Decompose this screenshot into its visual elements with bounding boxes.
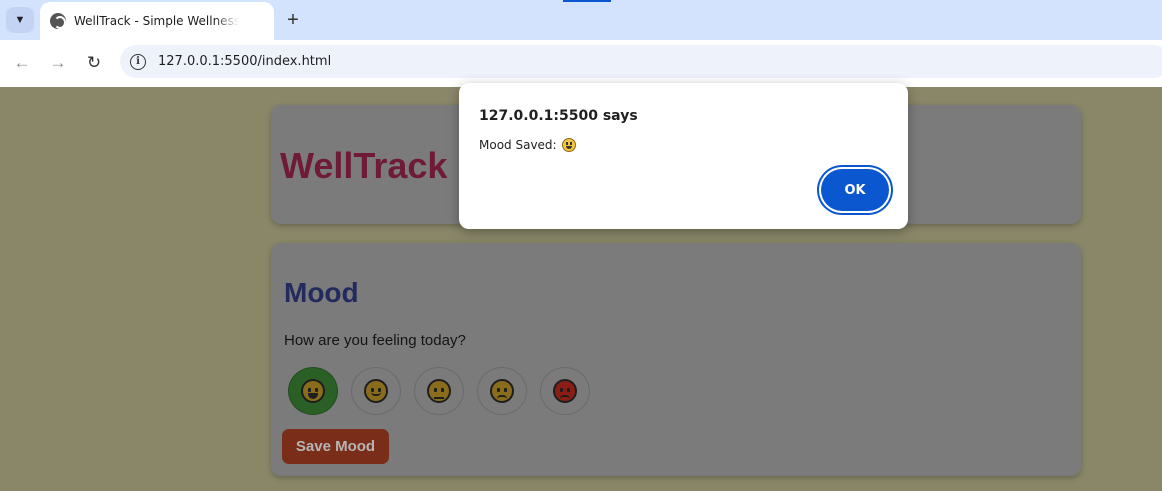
mood-card: Mood How are you feeling today? Save Moo…	[271, 243, 1081, 476]
grinning-face-icon	[301, 379, 325, 403]
url-text: 127.0.0.1:5500/index.html	[158, 54, 332, 69]
smiling-face-icon	[364, 379, 388, 403]
browser-toolbar: ← → ↻ i 127.0.0.1:5500/index.html	[0, 40, 1162, 87]
app-title: WellTrack	[280, 145, 448, 186]
mood-option-grinning[interactable]	[288, 367, 338, 415]
save-mood-button[interactable]: Save Mood	[282, 429, 389, 464]
tab-title: WellTrack - Simple Wellness & Habit Trac…	[74, 14, 239, 28]
grinning-face-icon	[561, 138, 576, 152]
info-icon[interactable]: i	[130, 53, 146, 70]
active-tab[interactable]: WellTrack - Simple Wellness & Habit Trac…	[40, 2, 274, 40]
reload-button[interactable]: ↻	[83, 52, 105, 74]
mood-option-neutral[interactable]	[414, 367, 464, 415]
address-bar[interactable]: i 127.0.0.1:5500/index.html	[120, 45, 1162, 78]
mood-question: How are you feeling today?	[284, 332, 466, 349]
alert-dialog: 127.0.0.1:5500 says Mood Saved: OK	[459, 83, 908, 229]
tab-bar-accent	[563, 0, 611, 2]
neutral-face-icon	[427, 379, 451, 403]
chevron-down-icon: ▼	[14, 14, 26, 26]
mood-option-smiling[interactable]	[351, 367, 401, 415]
mood-options	[288, 367, 590, 415]
reload-icon: ↻	[86, 53, 102, 72]
pensive-face-icon	[490, 379, 514, 403]
plus-icon: +	[287, 8, 299, 31]
back-button[interactable]: ←	[11, 52, 33, 74]
tab-search-button[interactable]: ▼	[6, 7, 34, 33]
mood-option-pensive[interactable]	[477, 367, 527, 415]
angry-face-icon	[553, 379, 577, 403]
new-tab-button[interactable]: +	[282, 8, 304, 32]
mood-heading: Mood	[284, 277, 359, 308]
globe-icon	[50, 13, 66, 29]
forward-button[interactable]: →	[47, 52, 69, 74]
tab-bar: ▼ WellTrack - Simple Wellness & Habit Tr…	[0, 0, 1162, 40]
mood-option-angry[interactable]	[540, 367, 590, 415]
arrow-left-icon: ←	[13, 53, 31, 72]
dialog-message: Mood Saved:	[479, 138, 576, 152]
ok-button[interactable]: OK	[821, 169, 889, 211]
dialog-message-text: Mood Saved:	[479, 138, 557, 152]
dialog-title: 127.0.0.1:5500 says	[479, 108, 638, 124]
arrow-right-icon: →	[49, 53, 67, 72]
